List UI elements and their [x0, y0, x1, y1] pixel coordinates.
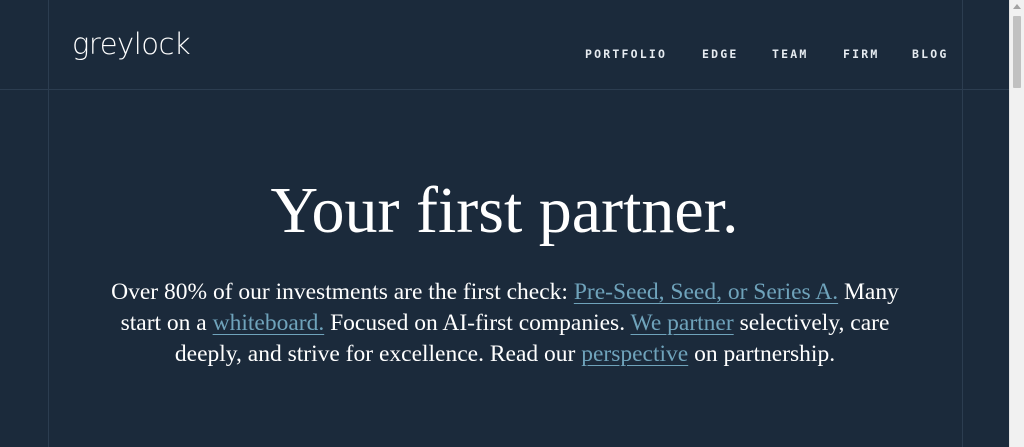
- hero-text-part: Focused on AI-first companies.: [324, 310, 631, 336]
- hero-text-part: Over 80% of our investments are the firs…: [111, 279, 574, 305]
- hero-title: Your first partner.: [270, 174, 739, 247]
- scroll-up-arrow-icon[interactable]: [1013, 4, 1021, 9]
- main-nav: PORTFOLIO EDGE TEAM FIRM BLOG: [0, 46, 1009, 62]
- nav-item-portfolio[interactable]: PORTFOLIO: [585, 46, 667, 62]
- link-stages[interactable]: Pre-Seed, Seed, or Series A.: [574, 279, 838, 305]
- hero-text-part: on partnership.: [688, 341, 836, 367]
- nav-item-firm[interactable]: FIRM: [843, 46, 880, 62]
- header-divider: [0, 89, 1009, 90]
- link-we-partner[interactable]: We partner: [631, 310, 734, 336]
- link-whiteboard[interactable]: whiteboard.: [213, 310, 325, 336]
- nav-item-edge[interactable]: EDGE: [702, 46, 739, 62]
- nav-item-blog[interactable]: BLOG: [912, 46, 949, 62]
- nav-item-team[interactable]: TEAM: [772, 46, 809, 62]
- page: greylock PORTFOLIO EDGE TEAM FIRM BLOG Y…: [0, 0, 1009, 447]
- hero-description: Over 80% of our investments are the firs…: [104, 277, 906, 370]
- link-perspective[interactable]: perspective: [581, 341, 688, 367]
- vertical-scrollbar[interactable]: [1009, 0, 1024, 447]
- scrollbar-thumb[interactable]: [1013, 16, 1021, 88]
